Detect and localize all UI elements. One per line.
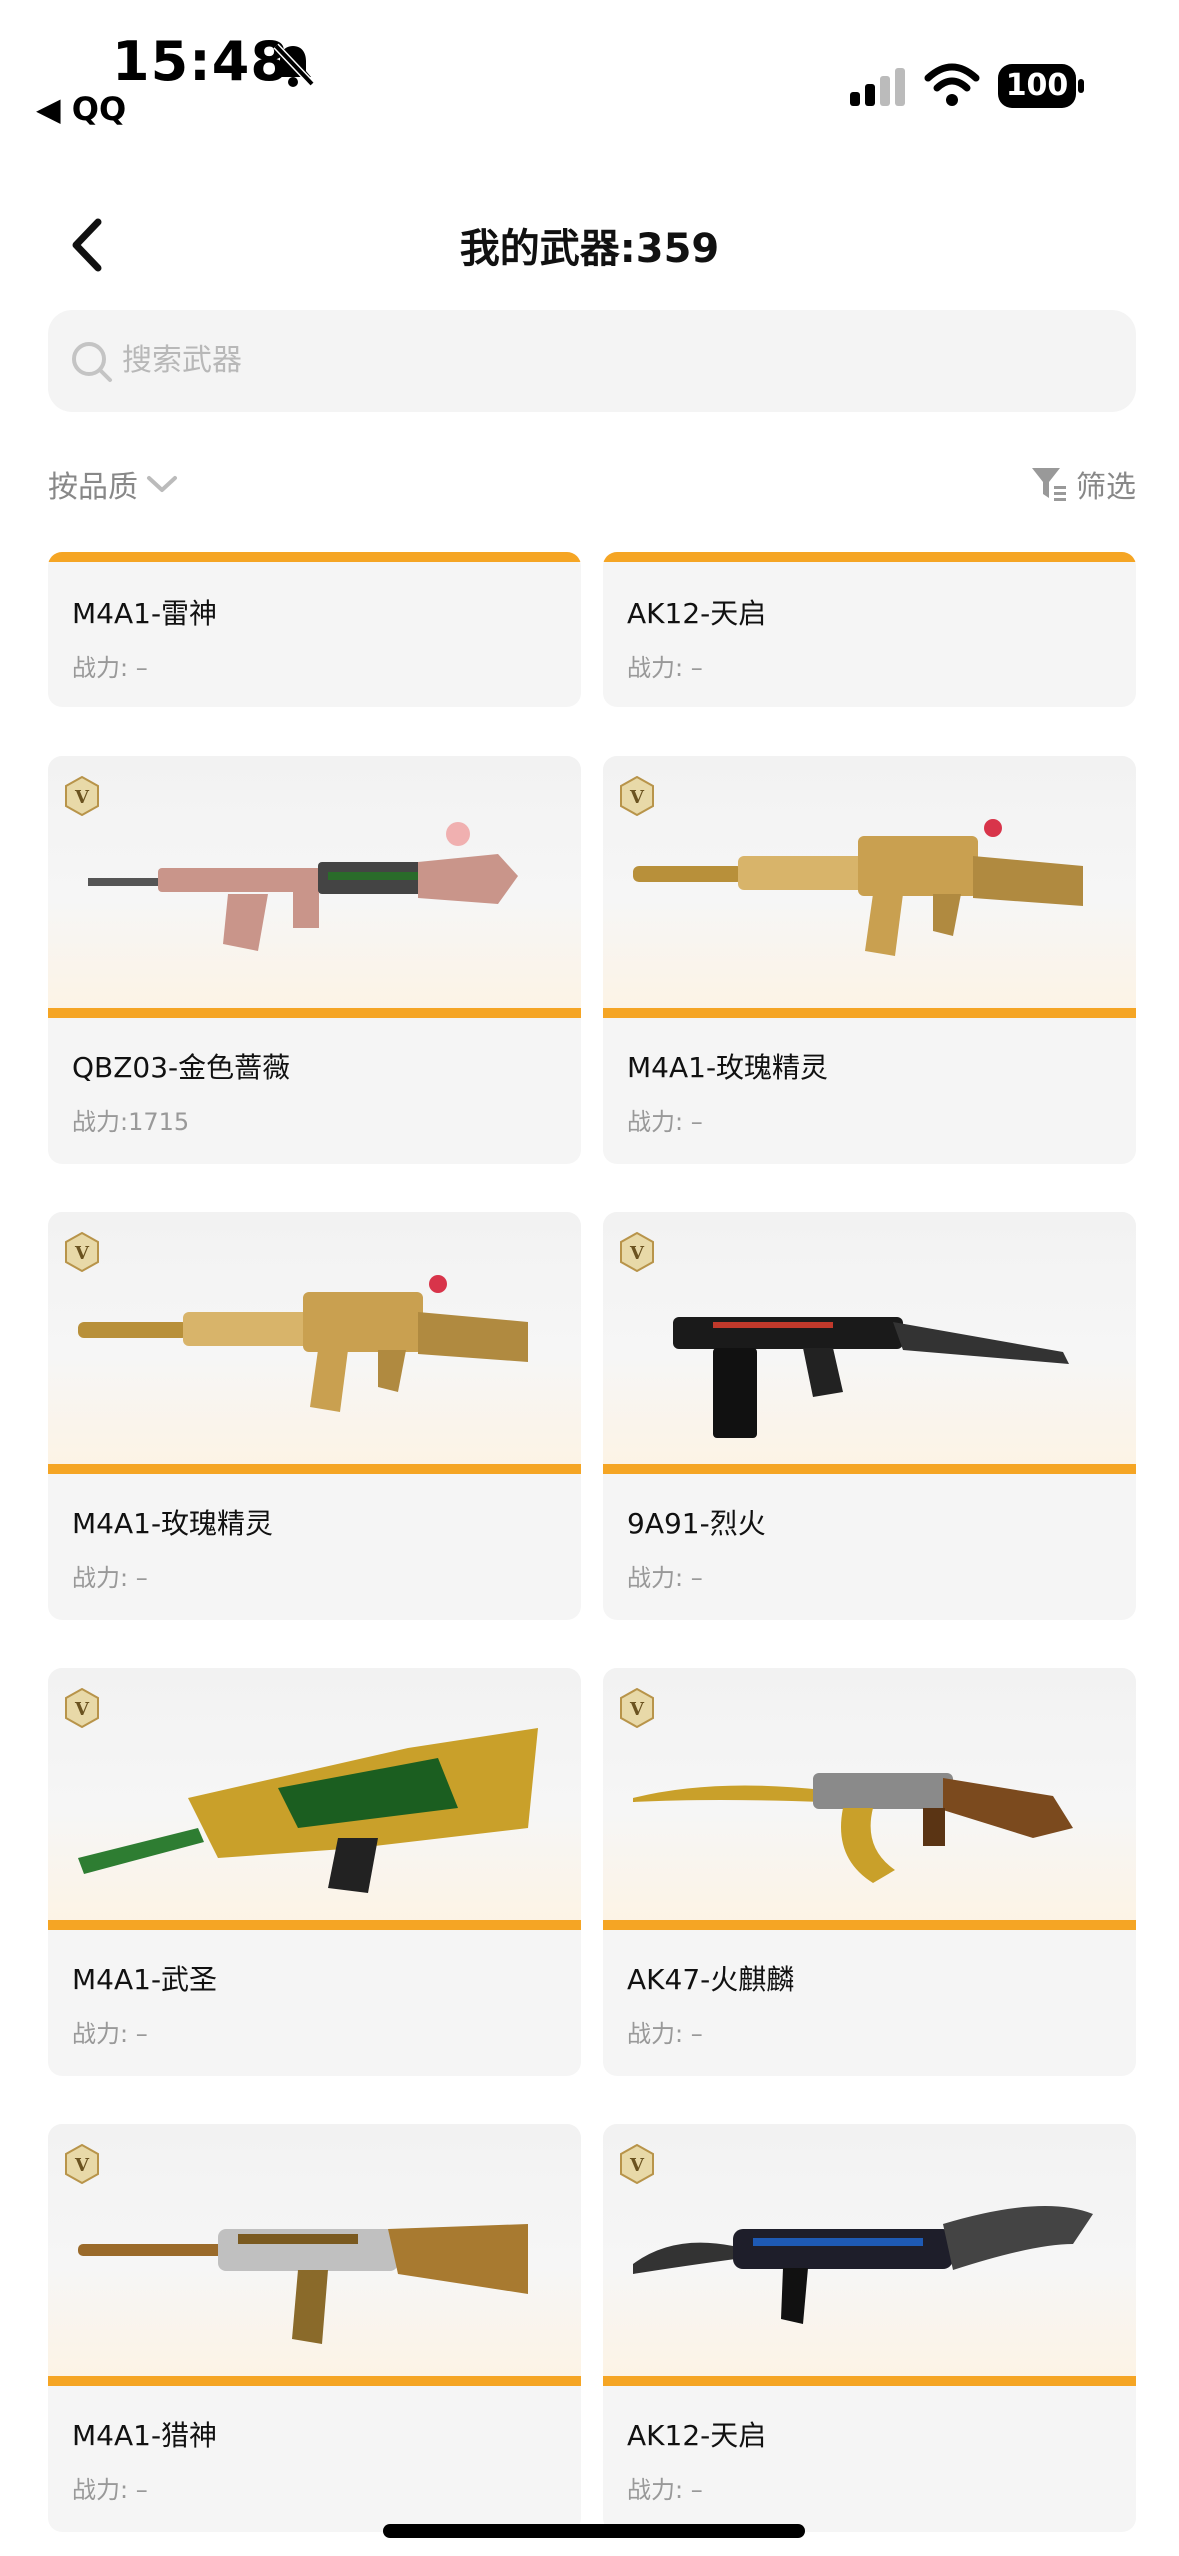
search-icon — [72, 342, 112, 382]
rarity-bar — [48, 2376, 581, 2386]
weapon-power: 战力: – — [627, 1108, 703, 1136]
battery-tip — [1078, 79, 1084, 93]
weapon-image: V — [48, 756, 581, 1018]
weapon-grid: M4A1-雷神 战力: – AK12-天启 战力: – V QBZ03-金色蔷薇… — [48, 552, 1136, 2542]
rifle-blue-icon — [633, 2206, 1093, 2324]
weapon-power: 战力: – — [72, 654, 148, 682]
bell-off-icon — [273, 43, 315, 87]
weapon-power: 战力: – — [627, 2476, 703, 2504]
weapon-power: 战力: – — [627, 1564, 703, 1592]
weapon-image: V — [48, 1668, 581, 1930]
weapon-name: M4A1-猎神 — [72, 2419, 218, 2452]
filter-icon — [1032, 468, 1066, 501]
weapon-power: 战力: – — [72, 2476, 148, 2504]
svg-text:V: V — [74, 2155, 90, 2176]
svg-text:V: V — [629, 2155, 645, 2176]
svg-text:V: V — [74, 787, 90, 808]
rifle-dragon-icon — [78, 1728, 538, 1893]
weapon-card[interactable]: V M4A1-武圣 战力: – — [48, 1668, 581, 2076]
weapon-card[interactable]: V M4A1-玫瑰精灵 战力: – — [48, 1212, 581, 1620]
rarity-bar — [48, 1920, 581, 1930]
weapon-image: V — [603, 1212, 1136, 1474]
battery-level: 100 — [998, 64, 1076, 108]
rarity-bar — [603, 2376, 1136, 2386]
weapon-card[interactable]: V AK47-火麒麟 战力: – — [603, 1668, 1136, 2076]
status-time: 15:48 — [112, 30, 289, 93]
weapon-card[interactable]: V QBZ03-金色蔷薇 战力:1715 — [48, 756, 581, 1164]
rarity-bar — [603, 1464, 1136, 1474]
page-title: 我的武器:359 — [459, 226, 720, 272]
sort-by-quality-dropdown[interactable]: 按品质 — [48, 462, 178, 506]
rarity-bar — [48, 1464, 581, 1474]
weapon-image: V — [48, 2124, 581, 2386]
wifi-icon — [924, 63, 980, 106]
rifle-gold-icon — [78, 1275, 528, 1412]
weapon-name: M4A1-玫瑰精灵 — [627, 1051, 829, 1084]
rifle-black-icon — [673, 1317, 1069, 1438]
weapon-name: AK12-天启 — [627, 597, 767, 630]
weapon-name: AK47-火麒麟 — [627, 1963, 795, 1996]
weapon-power: 战力: – — [72, 2020, 148, 2048]
rifle-gold-icon — [633, 819, 1083, 956]
weapon-name: M4A1-雷神 — [72, 597, 218, 630]
weapon-image: V — [603, 756, 1136, 1018]
back-to-app-link[interactable]: ◀ QQ — [36, 90, 126, 128]
rifle-hunter-icon — [78, 2224, 528, 2344]
svg-text:V: V — [74, 1243, 90, 1264]
rarity-bar — [48, 1008, 581, 1018]
weapon-power: 战力: – — [627, 2020, 703, 2048]
signal-icon — [850, 68, 905, 106]
weapon-card[interactable]: AK12-天启 战力: – — [603, 552, 1136, 707]
rarity-bar — [603, 1920, 1136, 1930]
weapon-name: M4A1-玫瑰精灵 — [72, 1507, 274, 1540]
search-input[interactable] — [122, 310, 1102, 412]
weapon-name: QBZ03-金色蔷薇 — [72, 1051, 291, 1084]
rifle-pink-icon — [88, 822, 518, 951]
weapon-card[interactable]: M4A1-雷神 战力: – — [48, 552, 581, 707]
weapon-name: AK12-天启 — [627, 2419, 767, 2452]
rarity-bar — [603, 552, 1136, 562]
rarity-bar — [48, 552, 581, 562]
weapon-card[interactable]: V M4A1-猎神 战力: – — [48, 2124, 581, 2532]
filter-button[interactable]: 筛选 — [1030, 462, 1136, 506]
weapon-image: V — [603, 2124, 1136, 2386]
filter-label: 筛选 — [1076, 470, 1136, 505]
weapon-name: 9A91-烈火 — [627, 1507, 766, 1540]
home-indicator[interactable] — [383, 2524, 805, 2538]
svg-text:V: V — [629, 787, 645, 808]
chevron-down-icon — [147, 476, 177, 492]
svg-text:V: V — [629, 1243, 645, 1264]
weapon-card[interactable]: V AK12-天启 战力: – — [603, 2124, 1136, 2532]
weapon-name: M4A1-武圣 — [72, 1963, 218, 1996]
rarity-bar — [603, 1008, 1136, 1018]
search-bar[interactable] — [48, 310, 1136, 412]
battery-indicator: 100 — [998, 64, 1084, 108]
weapon-card[interactable]: V M4A1-玫瑰精灵 战力: – — [603, 756, 1136, 1164]
weapon-image: V — [48, 1212, 581, 1474]
weapon-power: 战力: – — [627, 654, 703, 682]
weapon-card[interactable]: V 9A91-烈火 战力: – — [603, 1212, 1136, 1620]
weapon-power: 战力: – — [72, 1564, 148, 1592]
sort-label: 按品质 — [48, 470, 138, 505]
rifle-ak-icon — [633, 1773, 1073, 1883]
weapon-image: V — [603, 1668, 1136, 1930]
weapon-power: 战力:1715 — [72, 1108, 190, 1136]
svg-text:V: V — [629, 1699, 645, 1720]
svg-text:V: V — [74, 1699, 90, 1720]
